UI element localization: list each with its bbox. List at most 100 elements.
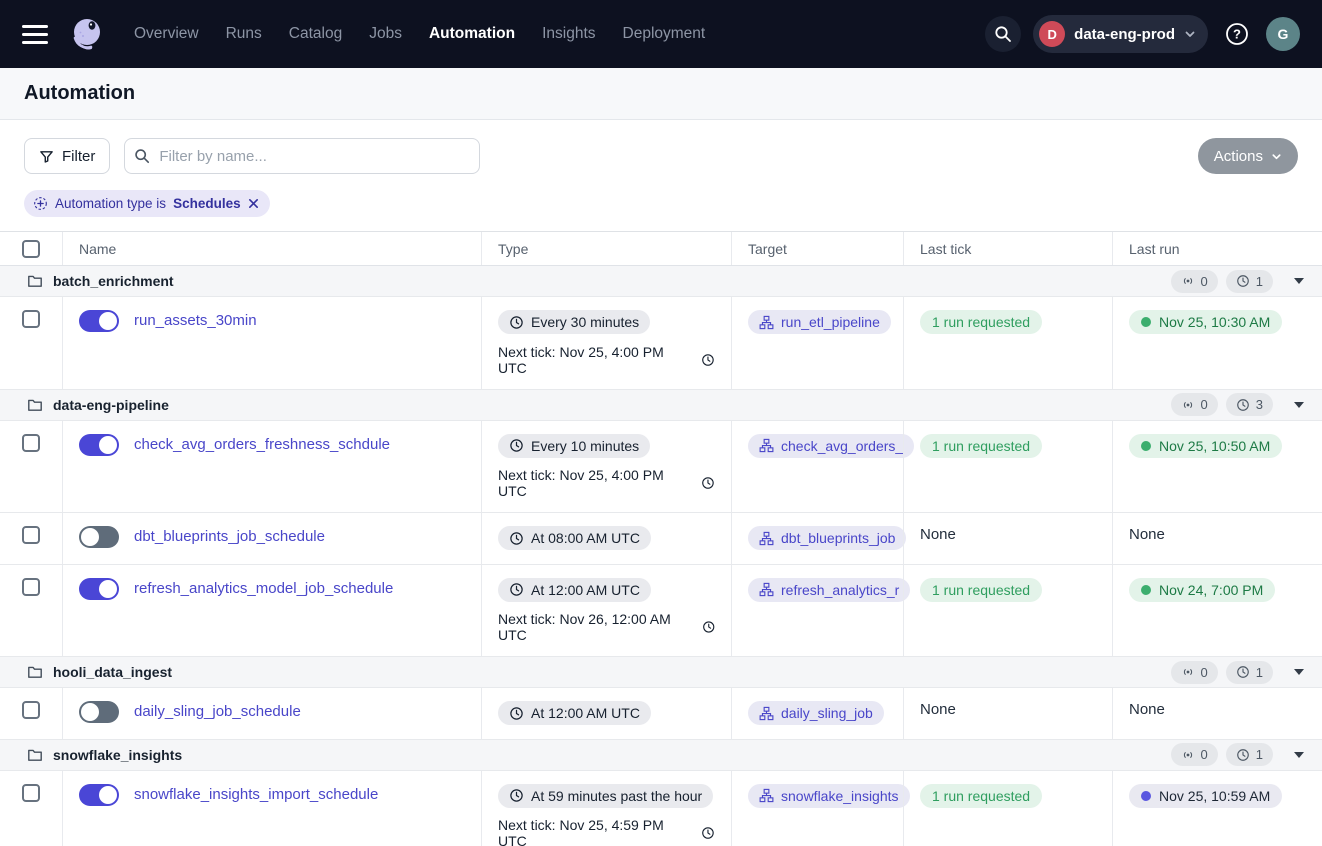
- close-icon[interactable]: [248, 198, 259, 209]
- select-all-checkbox[interactable]: [22, 240, 40, 258]
- run-status-dot: [1141, 585, 1151, 595]
- last-run-link[interactable]: Nov 25, 10:30 AM: [1129, 310, 1282, 334]
- search-icon[interactable]: [985, 16, 1021, 52]
- schedule-name-link[interactable]: snowflake_insights_import_schedule: [134, 786, 378, 803]
- run-status-dot: [1141, 791, 1151, 801]
- target-tag[interactable]: refresh_analytics_r: [748, 578, 910, 602]
- search-input-icon: [134, 148, 150, 164]
- sensor-icon: [1181, 665, 1195, 679]
- nav-catalog[interactable]: Catalog: [289, 25, 342, 43]
- target-tag[interactable]: daily_sling_job: [748, 701, 884, 725]
- next-tick-text: Next tick: Nov 25, 4:00 PM UTC: [498, 344, 715, 376]
- clock-icon: [509, 582, 524, 597]
- schedule-toggle[interactable]: [79, 526, 119, 548]
- job-graph-icon: [759, 706, 774, 721]
- nav-runs[interactable]: Runs: [226, 25, 262, 43]
- nav-jobs[interactable]: Jobs: [369, 25, 402, 43]
- column-header-last-tick: Last tick: [903, 232, 1112, 265]
- sensor-count-badge: 0: [1171, 270, 1218, 293]
- schedule-name-link[interactable]: run_assets_30min: [134, 312, 257, 329]
- row-checkbox[interactable]: [22, 310, 40, 328]
- funnel-icon: [39, 149, 54, 164]
- schedule-toggle[interactable]: [79, 434, 119, 456]
- last-run-link[interactable]: Nov 25, 10:59 AM: [1129, 784, 1282, 808]
- filter-by-name-input[interactable]: [124, 138, 480, 174]
- page-header: Automation: [0, 68, 1322, 120]
- filter-chip-automation-type[interactable]: Automation type is Schedules: [24, 190, 270, 217]
- sensor-icon: [1181, 274, 1195, 288]
- target-tag[interactable]: run_etl_pipeline: [748, 310, 891, 334]
- job-graph-icon: [759, 438, 774, 453]
- schedule-toggle[interactable]: [79, 701, 119, 723]
- nav-automation[interactable]: Automation: [429, 25, 515, 43]
- clock-icon: [509, 788, 524, 803]
- sensor-icon: [1181, 748, 1195, 762]
- clock-icon: [701, 826, 715, 840]
- target-tag[interactable]: dbt_blueprints_job: [748, 526, 906, 550]
- row-checkbox[interactable]: [22, 526, 40, 544]
- table-row: refresh_analytics_model_job_schedule At …: [0, 565, 1322, 658]
- collapse-caret-icon[interactable]: [1294, 752, 1304, 758]
- schedule-toggle[interactable]: [79, 310, 119, 332]
- dagster-logo[interactable]: [66, 13, 108, 55]
- user-avatar[interactable]: G: [1266, 17, 1300, 51]
- clock-icon: [702, 620, 715, 634]
- schedule-interval-tag: At 08:00 AM UTC: [498, 526, 651, 550]
- page-title: Automation: [24, 82, 135, 105]
- target-tag[interactable]: check_avg_orders_: [748, 434, 914, 458]
- group-row[interactable]: batch_enrichment 0 1: [0, 266, 1322, 297]
- clock-icon: [1236, 274, 1250, 288]
- chevron-down-icon: [1184, 28, 1196, 40]
- next-tick-text: Next tick: Nov 26, 12:00 AM UTC: [498, 611, 715, 643]
- folder-icon: [27, 273, 43, 289]
- table-row: check_avg_orders_freshness_schdule Every…: [0, 421, 1322, 514]
- group-name: hooli_data_ingest: [53, 664, 172, 680]
- schedule-toggle[interactable]: [79, 784, 119, 806]
- schedule-count-badge: 1: [1226, 270, 1273, 293]
- group-row[interactable]: snowflake_insights 0 1: [0, 740, 1322, 771]
- collapse-caret-icon[interactable]: [1294, 402, 1304, 408]
- clock-icon: [509, 315, 524, 330]
- schedule-name-link[interactable]: daily_sling_job_schedule: [134, 703, 301, 720]
- job-graph-icon: [759, 315, 774, 330]
- clock-icon: [1236, 398, 1250, 412]
- schedule-name-link[interactable]: check_avg_orders_freshness_schdule: [134, 436, 390, 453]
- row-checkbox[interactable]: [22, 578, 40, 596]
- folder-icon: [27, 397, 43, 413]
- nav-insights[interactable]: Insights: [542, 25, 595, 43]
- row-checkbox[interactable]: [22, 784, 40, 802]
- schedule-interval-tag: Every 10 minutes: [498, 434, 650, 458]
- table-row: snowflake_insights_import_schedule At 59…: [0, 771, 1322, 846]
- nav-deployment[interactable]: Deployment: [623, 25, 706, 43]
- help-icon[interactable]: ?: [1220, 17, 1254, 51]
- target-tag[interactable]: snowflake_insights: [748, 784, 910, 808]
- filter-button[interactable]: Filter: [24, 138, 110, 174]
- job-graph-icon: [759, 788, 774, 803]
- schedule-toggle[interactable]: [79, 578, 119, 600]
- deployment-switcher[interactable]: D data-eng-prod: [1033, 15, 1208, 53]
- schedule-name-link[interactable]: dbt_blueprints_job_schedule: [134, 528, 325, 545]
- actions-button[interactable]: Actions: [1198, 138, 1298, 174]
- schedule-interval-tag: At 12:00 AM UTC: [498, 578, 651, 602]
- filter-add-icon: [33, 196, 48, 211]
- last-tick-status: 1 run requested: [920, 578, 1042, 602]
- nav-overview[interactable]: Overview: [134, 25, 199, 43]
- schedule-name-link[interactable]: refresh_analytics_model_job_schedule: [134, 580, 393, 597]
- last-run-status: None: [1129, 701, 1165, 718]
- collapse-caret-icon[interactable]: [1294, 278, 1304, 284]
- clock-icon: [1236, 665, 1250, 679]
- group-row[interactable]: hooli_data_ingest 0 1: [0, 657, 1322, 688]
- active-filters-row: Automation type is Schedules: [0, 188, 1322, 232]
- collapse-caret-icon[interactable]: [1294, 669, 1304, 675]
- next-tick-text: Next tick: Nov 25, 4:00 PM UTC: [498, 467, 715, 499]
- group-name: data-eng-pipeline: [53, 397, 169, 413]
- schedule-count-badge: 3: [1226, 393, 1273, 416]
- row-checkbox[interactable]: [22, 701, 40, 719]
- sensor-icon: [1181, 398, 1195, 412]
- deployment-avatar: D: [1039, 21, 1065, 47]
- group-row[interactable]: data-eng-pipeline 0 3: [0, 390, 1322, 421]
- row-checkbox[interactable]: [22, 434, 40, 452]
- last-run-link[interactable]: Nov 25, 10:50 AM: [1129, 434, 1282, 458]
- last-run-link[interactable]: Nov 24, 7:00 PM: [1129, 578, 1275, 602]
- hamburger-menu-icon[interactable]: [22, 25, 48, 44]
